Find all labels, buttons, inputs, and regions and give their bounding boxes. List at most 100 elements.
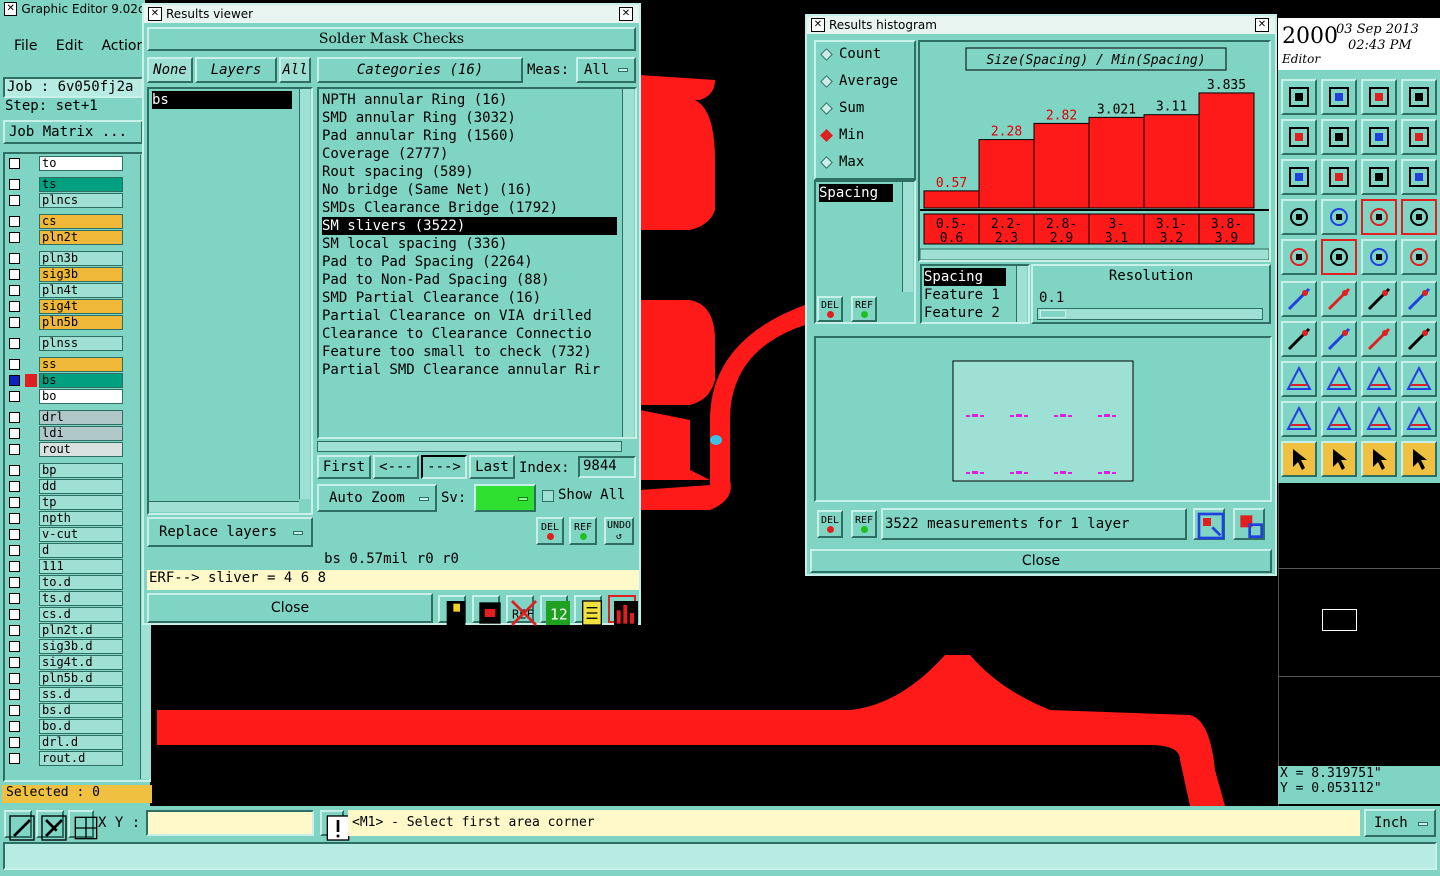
layer-checkbox[interactable] (9, 375, 20, 386)
triangle-3-icon[interactable] (1361, 401, 1397, 437)
layer-row[interactable]: pln5b.d (7, 671, 125, 686)
categories-scrollbar-v[interactable] (622, 89, 634, 437)
line-point-icon[interactable] (1361, 281, 1397, 317)
layer-name[interactable]: sig4t.d (39, 655, 123, 670)
feature-item[interactable]: Feature 1 (924, 286, 1006, 304)
route-icon[interactable] (1401, 119, 1437, 155)
layer-stack-2-icon[interactable] (1401, 199, 1437, 235)
undo-button[interactable]: UNDO ↺ (604, 517, 634, 545)
triangle-4-icon[interactable] (1401, 401, 1437, 437)
triangle-2-icon[interactable] (1321, 401, 1357, 437)
show-all-checkbox[interactable] (542, 490, 554, 502)
preview-ref-button[interactable]: REF (851, 510, 877, 538)
layer-checkbox[interactable] (9, 753, 20, 764)
layer-row[interactable]: bs.d (7, 703, 125, 718)
layer-checkbox[interactable] (9, 625, 20, 636)
layer-checkbox[interactable] (9, 195, 20, 206)
category-item[interactable]: Pad to Non-Pad Spacing (88) (322, 271, 617, 289)
category-item[interactable]: SM slivers (3522) (322, 217, 617, 235)
layer-checkbox[interactable] (9, 253, 20, 264)
mode-radio-count[interactable]: Count (820, 46, 881, 62)
replace-layers-select[interactable]: Replace layers (147, 517, 313, 547)
zoom-center-icon[interactable] (1321, 159, 1357, 195)
open-job-icon[interactable] (1281, 79, 1317, 115)
zoom-area-icon[interactable] (1233, 508, 1265, 540)
zoom-to-fit-icon[interactable] (1193, 508, 1225, 540)
xy-input[interactable] (146, 810, 314, 836)
category-item[interactable]: NPTH annular Ring (16) (322, 91, 617, 109)
first-button[interactable]: First (317, 455, 371, 479)
next-button[interactable]: ---> (421, 455, 467, 479)
angle-icon[interactable] (1281, 321, 1317, 357)
histogram-bar[interactable] (1198, 92, 1255, 209)
menu-action[interactable]: Action (101, 38, 145, 54)
mode-radio-min[interactable]: Min (820, 127, 864, 143)
layer-row[interactable]: plncs (7, 193, 125, 208)
layer-name[interactable]: d (39, 543, 123, 558)
layer-name[interactable]: to.d (39, 575, 123, 590)
categories-button[interactable]: Categories (16) (317, 57, 523, 83)
layer-checkbox[interactable] (9, 216, 20, 227)
category-item[interactable]: Pad to Pad Spacing (2264) (322, 253, 617, 271)
connect-icon[interactable] (1321, 199, 1357, 235)
layer-row[interactable]: bs (7, 373, 125, 388)
hist-ref-button[interactable]: REF (851, 296, 877, 322)
layer-name[interactable]: cs (39, 214, 123, 229)
layer-name[interactable]: pln4t (39, 283, 123, 298)
layer-name[interactable]: sig4t (39, 299, 123, 314)
layers-button[interactable]: Layers (195, 57, 277, 83)
layer-checkbox[interactable] (9, 465, 20, 476)
resolution-slider[interactable] (1037, 308, 1263, 320)
help-icon[interactable] (1401, 159, 1437, 195)
layer-checkbox[interactable] (9, 391, 20, 402)
index-input[interactable]: 9844 (578, 456, 636, 478)
measure-item[interactable]: Spacing (819, 184, 893, 202)
layer-name[interactable]: sig3b (39, 267, 123, 282)
histogram-chart[interactable]: Size(Spacing) / Min(Spacing) 0.57 2.28 2.8… (919, 42, 1270, 261)
layer-row[interactable]: ts (7, 177, 125, 192)
layer-name[interactable]: to (39, 156, 123, 171)
layer-name[interactable]: bs (39, 373, 123, 388)
layer-checkbox[interactable] (9, 359, 20, 370)
layer-row[interactable]: to (7, 156, 125, 171)
info-icon[interactable] (320, 810, 350, 841)
report-icon[interactable] (574, 595, 602, 626)
layer-row[interactable]: cs (7, 214, 125, 229)
category-item[interactable]: Pad annular Ring (1560) (322, 127, 617, 145)
layer-row[interactable]: pln3b (7, 251, 125, 266)
layer-row[interactable]: to.d (7, 575, 125, 590)
layer-row[interactable]: ss.d (7, 687, 125, 702)
home-icon[interactable] (1361, 79, 1397, 115)
pointer-2-icon[interactable] (1321, 441, 1357, 477)
histogram-icon[interactable] (608, 595, 638, 625)
prev-button[interactable]: <--- (373, 455, 419, 479)
group-icon[interactable] (1401, 361, 1437, 397)
layer-row[interactable]: sig3b (7, 267, 125, 282)
layer-row[interactable]: sig3b.d (7, 639, 125, 654)
exit-icon[interactable] (472, 595, 501, 624)
layer-stack-icon[interactable] (1361, 199, 1397, 235)
layer-row[interactable]: ts.d (7, 591, 125, 606)
layer-checkbox[interactable] (9, 529, 20, 540)
category-item[interactable]: Partial Clearance on VIA drilled (322, 307, 617, 325)
layer-name[interactable]: pln5b.d (39, 671, 123, 686)
feature-listbox[interactable]: Spacing Feature 1 Feature 2 (920, 264, 1030, 324)
layer-row[interactable]: sig4t (7, 299, 125, 314)
histogram-bar[interactable] (978, 139, 1035, 209)
layer-name[interactable]: rout (39, 442, 123, 457)
layer-name[interactable]: pln5b (39, 315, 123, 330)
save-job-icon[interactable] (1321, 79, 1357, 115)
layer-name[interactable]: npth (39, 511, 123, 526)
nodes-icon[interactable] (1281, 281, 1317, 317)
layer-checkbox[interactable] (9, 561, 20, 572)
pointer-3-icon[interactable] (1361, 441, 1397, 477)
layer-name[interactable]: drl (39, 410, 123, 425)
results-close-button[interactable]: Close (147, 593, 433, 623)
dimension-icon[interactable] (1361, 361, 1397, 397)
layer-checkbox[interactable] (9, 269, 20, 280)
measure-icon[interactable] (1321, 239, 1357, 275)
line-point-2-icon[interactable] (1401, 281, 1437, 317)
layer-name[interactable]: pln2t.d (39, 623, 123, 638)
layer-checkbox[interactable] (9, 301, 20, 312)
export-icon[interactable] (1321, 119, 1357, 155)
